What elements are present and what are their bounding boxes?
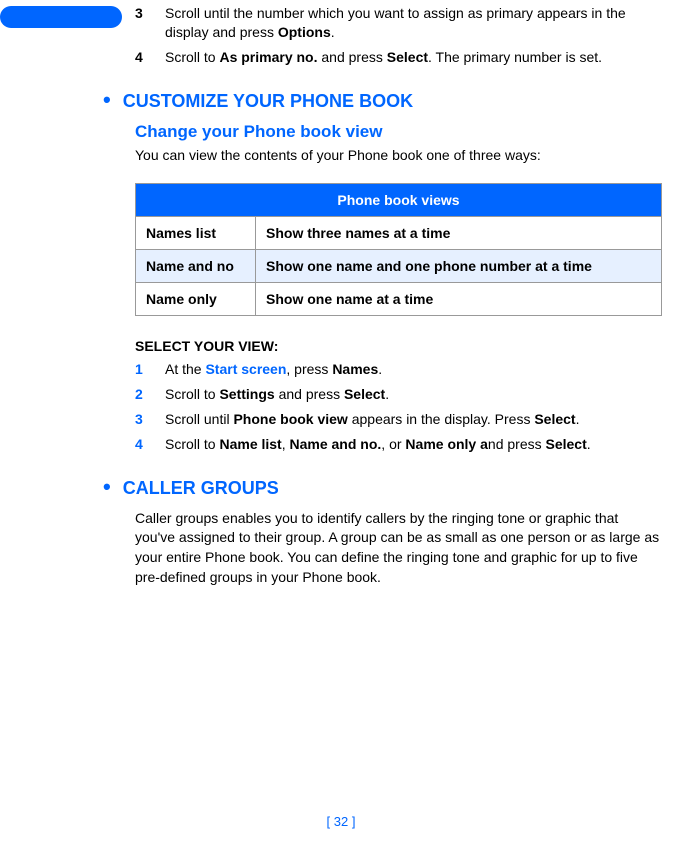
sub-heading-change-view: Change your Phone book view (135, 122, 662, 142)
table-cell-desc: Show three names at a time (256, 217, 662, 250)
text: appears in the display. Press (348, 411, 535, 427)
step-text: Scroll to As primary no. and press Selec… (165, 48, 662, 67)
bold-text: As primary no. (219, 49, 317, 65)
text: . (576, 411, 580, 427)
select-view-heading: SELECT YOUR VIEW: (135, 338, 662, 354)
step-number: 1 (135, 360, 165, 379)
text: Scroll to (165, 49, 219, 65)
link-text: Start screen (205, 361, 286, 377)
bold-text: Select (534, 411, 575, 427)
table-cell-desc: Show one name and one phone number at a … (256, 250, 662, 283)
step-item: 4 Scroll to Name list, Name and no., or … (135, 435, 662, 454)
step-text: Scroll to Name list, Name and no., or Na… (165, 435, 662, 454)
page-content: 3 Scroll until the number which you want… (0, 0, 682, 587)
bold-text: Select (387, 49, 428, 65)
text: , or (381, 436, 405, 452)
page-number: [ 32 ] (0, 814, 682, 829)
text: , (282, 436, 290, 452)
phone-book-views-table: Phone book views Names list Show three n… (135, 183, 662, 316)
text: , press (286, 361, 332, 377)
bold-text: Select (344, 386, 385, 402)
text: . The primary number is set. (428, 49, 602, 65)
text: Scroll until (165, 411, 233, 427)
step-number: 2 (135, 385, 165, 404)
table-cell-label: Name only (136, 283, 256, 316)
table-cell-label: Names list (136, 217, 256, 250)
bold-text: Select (546, 436, 587, 452)
text: At the (165, 361, 205, 377)
text: . (587, 436, 591, 452)
bold-text: Name only a (405, 436, 487, 452)
text: . (378, 361, 382, 377)
heading-text: CUSTOMIZE YOUR PHONE BOOK (123, 91, 413, 112)
step-text: Scroll until Phone book view appears in … (165, 410, 662, 429)
text: Scroll to (165, 386, 219, 402)
table-row: Name only Show one name at a time (136, 283, 662, 316)
text: . (331, 24, 335, 40)
text: . (385, 386, 389, 402)
step-text: Scroll to Settings and press Select. (165, 385, 662, 404)
step-number: 3 (135, 4, 165, 42)
text: and press (318, 49, 387, 65)
step-item: 4 Scroll to As primary no. and press Sel… (135, 48, 662, 67)
section-heading-customize: • CUSTOMIZE YOUR PHONE BOOK (103, 89, 662, 112)
table-header: Phone book views (136, 184, 662, 217)
caller-groups-paragraph: Caller groups enables you to identify ca… (135, 509, 662, 587)
table-cell-desc: Show one name at a time (256, 283, 662, 316)
step-item: 1 At the Start screen, press Names. (135, 360, 662, 379)
section-heading-caller-groups: • CALLER GROUPS (103, 476, 662, 499)
bullet-icon: • (103, 476, 111, 498)
step-number: 4 (135, 435, 165, 454)
table-cell-label: Name and no (136, 250, 256, 283)
bold-text: Options (278, 24, 331, 40)
text: and press (275, 386, 344, 402)
text: Scroll until the number which you want t… (165, 5, 626, 40)
step-item: 3 Scroll until the number which you want… (135, 4, 662, 42)
bold-text: Settings (219, 386, 274, 402)
table-header-row: Phone book views (136, 184, 662, 217)
text: nd press (488, 436, 546, 452)
step-item: 2 Scroll to Settings and press Select. (135, 385, 662, 404)
table-row: Names list Show three names at a time (136, 217, 662, 250)
step-text: At the Start screen, press Names. (165, 360, 662, 379)
intro-text: You can view the contents of your Phone … (135, 146, 662, 166)
table-row: Name and no Show one name and one phone … (136, 250, 662, 283)
text: Scroll to (165, 436, 219, 452)
page-tab (0, 6, 122, 28)
step-item: 3 Scroll until Phone book view appears i… (135, 410, 662, 429)
step-number: 4 (135, 48, 165, 67)
bold-text: Name list (219, 436, 281, 452)
bold-text: Names (332, 361, 378, 377)
heading-text: CALLER GROUPS (123, 478, 279, 499)
bold-text: Name and no. (290, 436, 382, 452)
bullet-icon: • (103, 89, 111, 111)
bold-text: Phone book view (233, 411, 347, 427)
step-text: Scroll until the number which you want t… (165, 4, 662, 42)
step-number: 3 (135, 410, 165, 429)
